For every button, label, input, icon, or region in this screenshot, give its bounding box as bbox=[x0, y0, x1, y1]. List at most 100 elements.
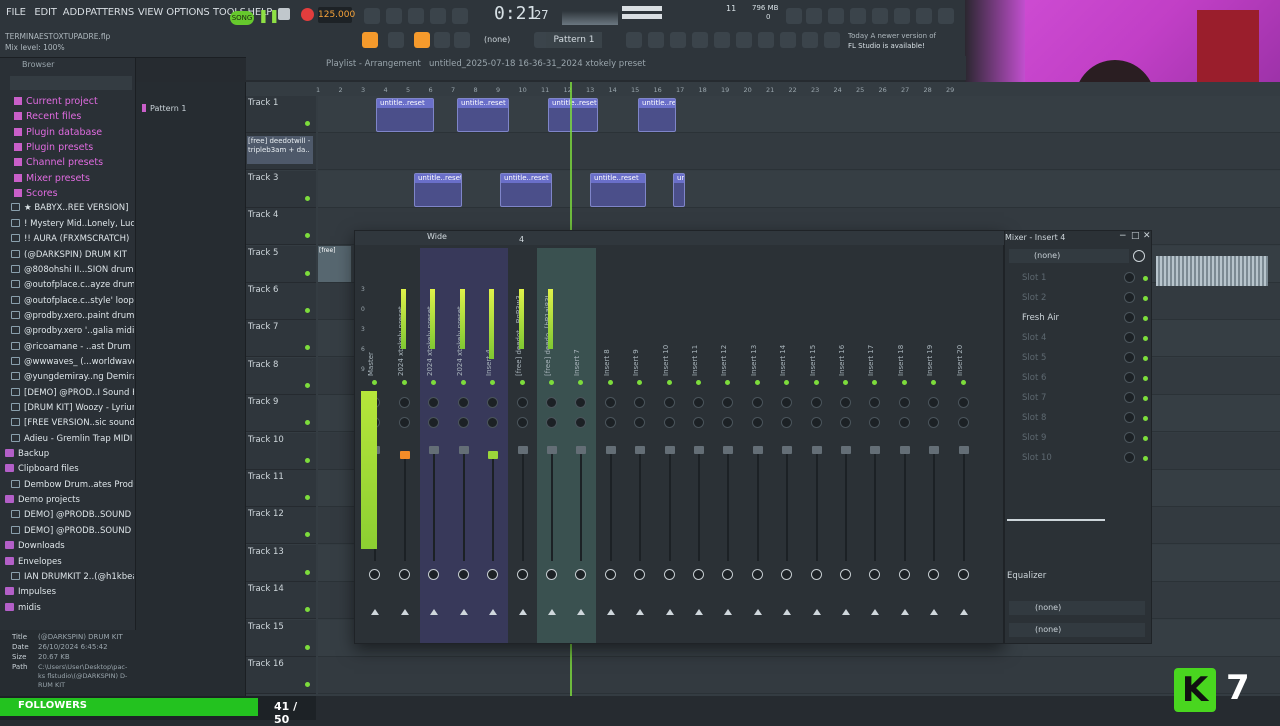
send-knob[interactable] bbox=[457, 569, 469, 580]
pattern-clip[interactable]: untitle..reset bbox=[590, 173, 646, 207]
browser-item[interactable]: Recent files bbox=[2, 109, 134, 124]
route-arrow-icon[interactable] bbox=[665, 609, 674, 615]
effect-slot[interactable]: Slot 6 bbox=[1006, 368, 1148, 388]
slot-enable-dot[interactable] bbox=[1143, 376, 1148, 381]
strip-enable-dot[interactable] bbox=[725, 380, 731, 385]
volume-knob[interactable] bbox=[428, 417, 440, 428]
route-arrow-icon[interactable] bbox=[401, 609, 409, 615]
track-header[interactable]: Track 10 bbox=[246, 432, 316, 470]
track-lane[interactable] bbox=[318, 657, 1280, 694]
browser-item[interactable]: @yungdemiray..ng Demiray} bbox=[2, 370, 134, 385]
route-arrow-icon[interactable] bbox=[783, 609, 792, 615]
browser-item[interactable]: (@DARKSPIN) DRUM KIT bbox=[2, 248, 134, 263]
pan-knob[interactable] bbox=[575, 397, 587, 408]
effect-slot[interactable]: Slot 4 bbox=[1006, 328, 1148, 348]
track-header[interactable]: Track 15 bbox=[246, 619, 316, 657]
slot-mix-knob[interactable] bbox=[1124, 352, 1135, 363]
volume-fader[interactable] bbox=[782, 446, 793, 454]
effect-slot[interactable]: Slot 5 bbox=[1006, 348, 1148, 368]
slot-mix-knob[interactable] bbox=[1124, 432, 1135, 443]
browser-item[interactable]: @prodby.xero..paint drum kit bbox=[2, 309, 134, 324]
strip-enable-dot[interactable] bbox=[372, 380, 377, 385]
track-header[interactable]: Track 5 bbox=[246, 245, 316, 283]
strip-enable-dot[interactable] bbox=[872, 380, 878, 385]
track-header[interactable]: Track 4 bbox=[246, 208, 316, 246]
send-knob[interactable] bbox=[869, 569, 881, 580]
volume-knob[interactable] bbox=[693, 417, 704, 428]
strip-enable-dot[interactable] bbox=[666, 380, 672, 385]
pan-knob[interactable] bbox=[428, 397, 440, 408]
mixer-strip[interactable]: Insert 18 bbox=[891, 251, 919, 641]
menu-add[interactable]: ADD bbox=[63, 7, 85, 18]
slot-mix-knob[interactable] bbox=[1124, 412, 1135, 423]
strip-enable-dot[interactable] bbox=[460, 380, 466, 385]
mixer-strip[interactable]: Insert 9 bbox=[626, 251, 654, 641]
track-header[interactable]: Track 3 bbox=[246, 170, 316, 208]
browser-item[interactable]: Downloads bbox=[2, 539, 134, 554]
send-knob[interactable] bbox=[663, 569, 675, 580]
pattern-clip[interactable]: untitle..reset bbox=[376, 98, 434, 132]
strip-enable-dot[interactable] bbox=[519, 380, 525, 385]
strip-enable-dot[interactable] bbox=[696, 380, 701, 385]
track-header[interactable]: Track 1 bbox=[246, 96, 316, 133]
snap-icon[interactable] bbox=[362, 32, 378, 48]
route-arrow-icon[interactable] bbox=[518, 609, 527, 615]
pan-knob[interactable] bbox=[722, 397, 734, 408]
slot-mix-knob[interactable] bbox=[1124, 452, 1135, 463]
slot-mix-knob[interactable] bbox=[1124, 392, 1135, 403]
browser-item[interactable]: Dembow Drum..ates Produce bbox=[2, 478, 134, 493]
pan-knob[interactable] bbox=[693, 397, 704, 408]
volume-knob[interactable] bbox=[663, 417, 675, 428]
output-selector[interactable]: (none) bbox=[1009, 623, 1145, 637]
pattern-clip[interactable]: untitle..reset bbox=[500, 173, 552, 207]
pan-knob[interactable] bbox=[487, 397, 499, 408]
effect-slot[interactable]: Fresh Air bbox=[1006, 308, 1148, 328]
browser-item[interactable]: @outofplace.c..ayze drum kit bbox=[2, 278, 134, 293]
gear-icon[interactable] bbox=[1133, 250, 1145, 262]
pan-knob[interactable] bbox=[957, 397, 969, 408]
mic-icon[interactable] bbox=[828, 8, 844, 24]
chat-icon[interactable] bbox=[916, 8, 932, 24]
volume-fader[interactable] bbox=[841, 446, 851, 454]
mixer-strip[interactable]: 2024 xtokely preset bbox=[420, 251, 448, 641]
volume-knob[interactable] bbox=[781, 417, 793, 428]
browser-item[interactable]: @prodby.xero '..galia midi kit bbox=[2, 324, 134, 339]
volume-fader[interactable] bbox=[400, 451, 410, 459]
route-arrow-icon[interactable] bbox=[930, 609, 939, 615]
track-header[interactable]: Track 8 bbox=[246, 357, 316, 395]
cpu-icon[interactable] bbox=[786, 8, 802, 24]
track-mute-dot[interactable] bbox=[305, 532, 310, 538]
mixer-strip[interactable]: Insert 4 bbox=[479, 251, 507, 641]
master-pitch-slider[interactable] bbox=[622, 14, 662, 19]
effect-slot[interactable]: Slot 10 bbox=[1006, 448, 1148, 468]
grid-icon[interactable] bbox=[648, 32, 664, 48]
preset-selector[interactable]: (none) bbox=[1009, 249, 1129, 263]
mixer-strip[interactable]: 2024 xtokely preset bbox=[391, 251, 419, 641]
volume-fader[interactable] bbox=[547, 446, 557, 454]
strip-enable-dot[interactable] bbox=[431, 380, 437, 385]
browser-item[interactable]: Envelopes bbox=[2, 555, 134, 570]
browser-item[interactable]: [DRUM KIT] Woozy - Lyrium bbox=[2, 401, 134, 416]
menu-options[interactable]: OPTIONS bbox=[166, 7, 209, 18]
pan-knob[interactable] bbox=[546, 397, 557, 408]
route-arrow-icon[interactable] bbox=[753, 609, 762, 615]
volume-knob[interactable] bbox=[604, 417, 616, 428]
volume-fader[interactable] bbox=[429, 446, 440, 454]
equalizer-label[interactable]: Equalizer bbox=[1007, 571, 1046, 581]
menu-file[interactable]: FILE bbox=[6, 7, 26, 18]
browser-item[interactable]: @wwwaves_ (...worldwaves) bbox=[2, 355, 134, 370]
strip-enable-dot[interactable] bbox=[901, 380, 907, 385]
send-knob[interactable] bbox=[575, 569, 587, 580]
mixer-strip[interactable]: Insert 15 bbox=[803, 251, 831, 641]
none-label[interactable]: (none) bbox=[484, 35, 510, 44]
effect-slot[interactable]: Slot 1 bbox=[1006, 268, 1148, 288]
mixer-strip[interactable]: Insert 20 bbox=[950, 251, 978, 641]
pan-knob[interactable] bbox=[928, 397, 940, 408]
track-mute-dot[interactable] bbox=[305, 682, 310, 687]
send-knob[interactable] bbox=[810, 569, 822, 580]
volume-knob[interactable] bbox=[751, 417, 763, 428]
volume-knob[interactable] bbox=[722, 417, 734, 428]
browser-item[interactable]: !! AURA (FRXMSCRATCH) bbox=[2, 232, 134, 247]
effect-slot[interactable]: Slot 9 bbox=[1006, 428, 1148, 448]
effect-slot[interactable]: Slot 2 bbox=[1006, 288, 1148, 308]
